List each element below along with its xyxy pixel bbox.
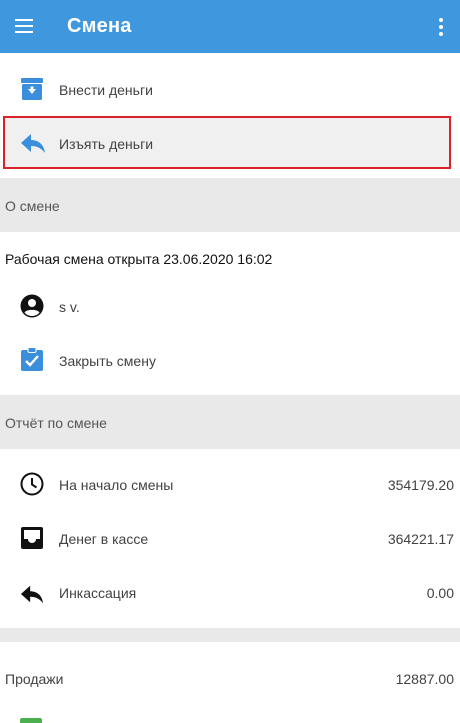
report-start-value: 354179.20 (387, 477, 454, 493)
shift-status-text: Рабочая смена открыта 23.06.2020 16:02 (5, 251, 273, 267)
report-collection-value: 0.00 (426, 585, 454, 601)
section-title: О смене (5, 198, 60, 214)
inbox-tray-icon (21, 527, 43, 549)
report-sales-label: Продажи (5, 671, 64, 687)
assignment-check-icon (21, 347, 43, 371)
account-circle-icon (20, 294, 44, 318)
report-row-sales: Продажи 12887.00 (0, 652, 460, 706)
shift-user-item[interactable]: s v. (0, 280, 460, 334)
deposit-money-label: Внести деньги (59, 82, 153, 98)
close-shift-label: Закрыть смену (59, 353, 156, 369)
section-divider (0, 628, 460, 642)
report-sales-value: 12887.00 (395, 671, 454, 687)
report-cash-label: Денег в кассе (59, 531, 149, 547)
clock-icon (20, 472, 44, 496)
report-row-start: На начало смены 354179.20 (0, 458, 460, 512)
shift-user-name: s v. (59, 299, 80, 315)
reply-icon (20, 585, 44, 604)
reply-icon (21, 134, 45, 153)
more-vert-icon[interactable] (430, 14, 450, 40)
section-header-about: О смене (0, 178, 460, 232)
close-shift-item[interactable]: Закрыть смену (0, 334, 460, 388)
next-item-icon (20, 718, 42, 723)
withdraw-money-label: Изъять деньги (59, 136, 154, 152)
section-header-report: Отчёт по смене (0, 395, 460, 449)
report-start-label: На начало смены (59, 477, 174, 493)
section-title: Отчёт по смене (5, 415, 107, 431)
archive-down-icon (21, 78, 43, 100)
deposit-money-item[interactable]: Внести деньги (0, 62, 460, 116)
page-title: Смена (67, 15, 132, 37)
report-cash-value: 364221.17 (387, 531, 454, 547)
report-row-collection: Инкассация 0.00 (0, 566, 460, 620)
withdraw-money-item[interactable]: Изъять деньги (3, 116, 451, 169)
app-bar: Смена (0, 0, 460, 53)
report-collection-label: Инкассация (59, 585, 137, 601)
hamburger-menu-icon[interactable] (12, 14, 36, 38)
report-row-cash: Денег в кассе 364221.17 (0, 512, 460, 566)
